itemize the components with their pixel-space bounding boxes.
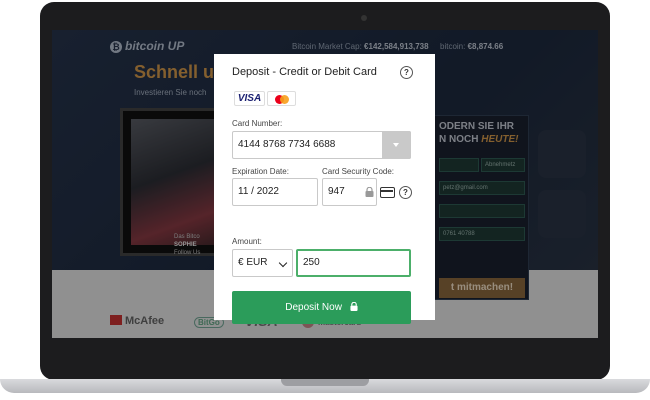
lock-icon <box>350 302 358 311</box>
help-icon[interactable]: ? <box>400 66 413 79</box>
expiration-input[interactable]: 11 / 2022 <box>232 178 318 206</box>
deposit-now-label: Deposit Now <box>285 302 342 313</box>
amount-label: Amount: <box>232 237 262 246</box>
currency-value: € EUR <box>238 257 268 268</box>
deposit-modal: Deposit - Credit or Debit Card ? VISA Ca… <box>214 54 435 324</box>
visa-card-logo: VISA <box>234 91 265 106</box>
card-number-dropdown-icon[interactable] <box>382 131 411 159</box>
card-cvc-icon <box>380 187 395 198</box>
mastercard-card-logo <box>267 91 296 106</box>
chevron-down-icon <box>278 258 288 268</box>
screen: ₿ bitcoin UP Bitcoin Market Cap: €142,584… <box>52 30 598 338</box>
security-code-label: Card Security Code: <box>322 167 395 176</box>
modal-title: Deposit - Credit or Debit Card <box>232 66 377 78</box>
lock-icon <box>365 187 374 197</box>
mastercard-icon-overlap <box>280 95 289 104</box>
expiration-label: Expiration Date: <box>232 167 289 176</box>
amount-input[interactable]: 250 <box>296 249 411 277</box>
currency-select[interactable]: € EUR <box>232 249 293 277</box>
camera-icon <box>361 15 367 21</box>
deposit-now-button[interactable]: Deposit Now <box>232 291 411 324</box>
card-number-label: Card Number: <box>232 119 283 128</box>
laptop-notch <box>281 379 369 386</box>
security-code-help-icon[interactable]: ? <box>399 186 412 199</box>
